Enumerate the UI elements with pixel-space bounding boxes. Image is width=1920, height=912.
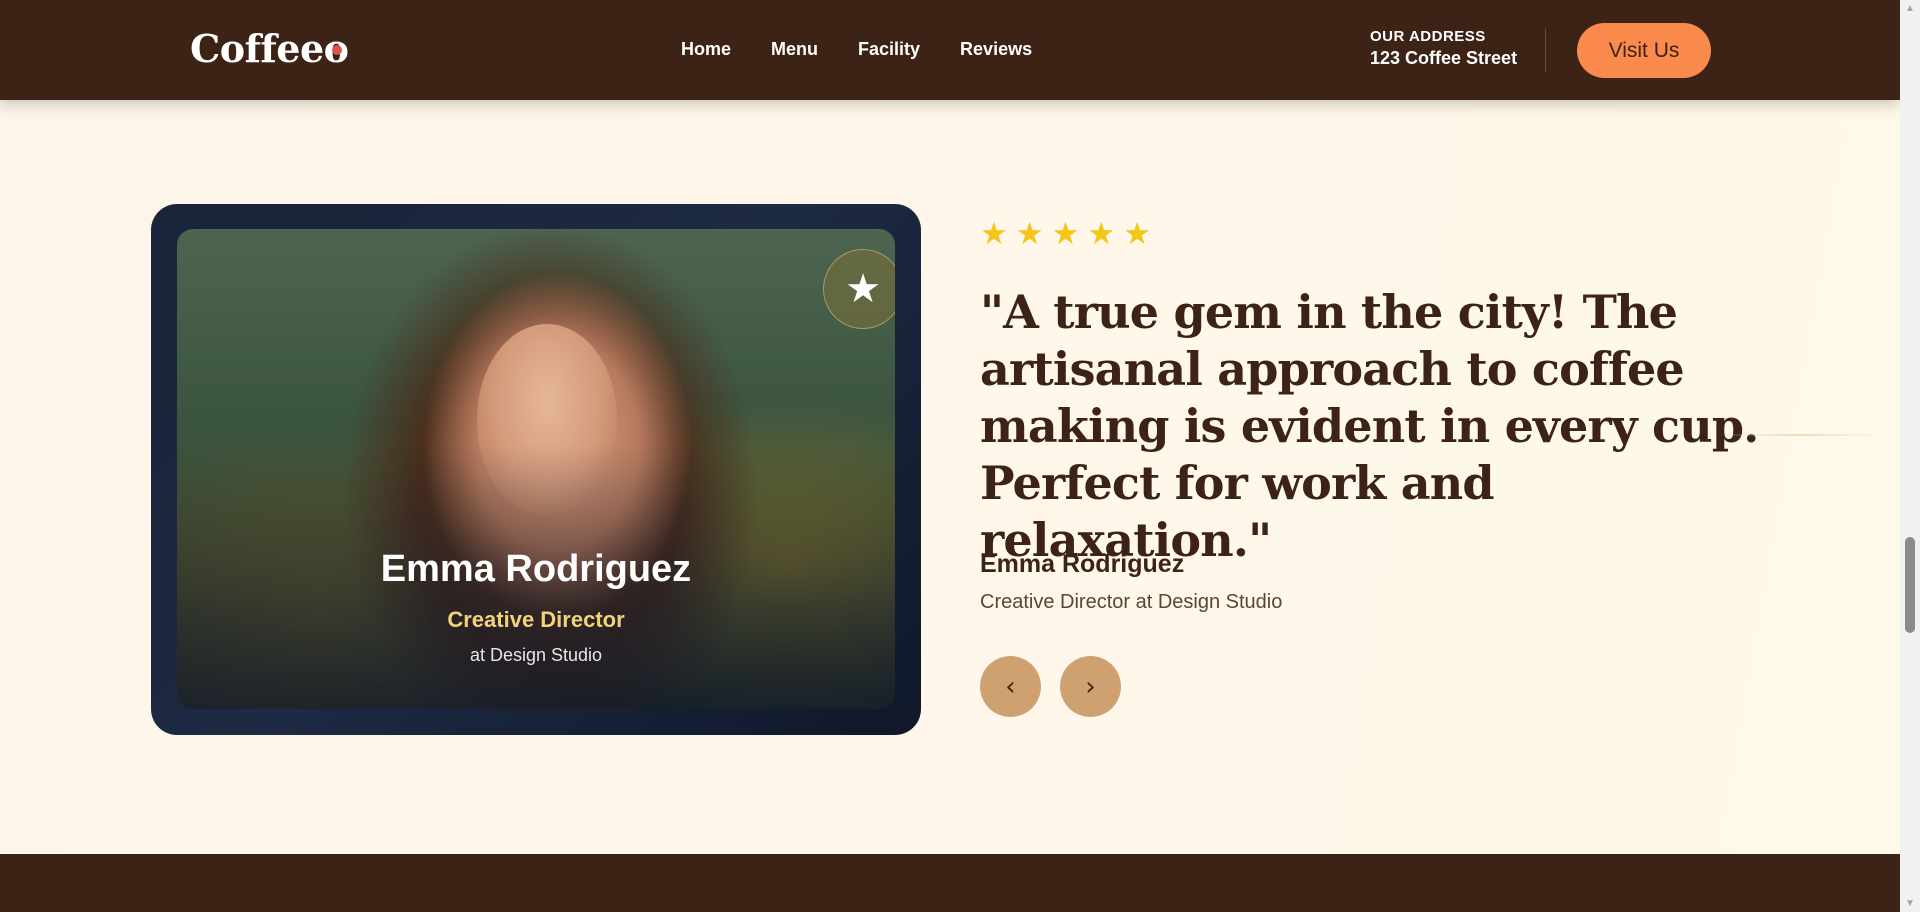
star-icon: ★	[980, 216, 1008, 251]
next-testimonial-button[interactable]: ›	[1060, 656, 1121, 717]
nav-link-facility[interactable]: Facility	[858, 39, 920, 60]
scrollbar[interactable]: ▲ ▼	[1900, 0, 1920, 912]
previous-testimonial-button[interactable]: ‹	[980, 656, 1041, 717]
star-icon: ★	[1015, 216, 1044, 251]
scroll-up-arrow-icon[interactable]: ▲	[1900, 0, 1920, 17]
page: Coffeeo Home Menu Facility Reviews OUR A…	[0, 0, 1900, 912]
star-badge-icon: ★	[823, 249, 895, 329]
header-divider	[1545, 28, 1546, 72]
testimonial-card: ★ Emma Rodriguez Creative Director at De…	[151, 204, 921, 735]
logo[interactable]: Coffeeo	[190, 26, 349, 71]
footer-strip	[0, 854, 1900, 912]
site-header: Coffeeo Home Menu Facility Reviews OUR A…	[0, 0, 1900, 100]
star-icon: ★	[1051, 216, 1080, 251]
testimonial-author: Emma Rodriguez	[980, 550, 1185, 578]
logo-dot-icon	[332, 45, 342, 55]
card-customer-name: Emma Rodriguez	[380, 548, 692, 590]
main-nav: Home Menu Facility Reviews	[681, 39, 1032, 60]
decorative-line	[1720, 434, 1880, 436]
rating-stars: ★ ★ ★ ★ ★	[980, 218, 1151, 249]
card-customer-company: at Design Studio	[469, 645, 603, 665]
visit-us-button[interactable]: Visit Us	[1577, 23, 1711, 78]
nav-link-reviews[interactable]: Reviews	[960, 39, 1032, 60]
testimonial-author-role: Creative Director at Design Studio	[980, 591, 1283, 613]
chevron-left-icon: ‹	[1005, 671, 1016, 702]
scroll-down-arrow-icon[interactable]: ▼	[1900, 895, 1920, 912]
nav-link-home[interactable]: Home	[681, 39, 731, 60]
scrollbar-thumb[interactable]	[1905, 537, 1915, 633]
customer-photo: ★	[177, 229, 895, 709]
address-label: OUR ADDRESS	[1370, 28, 1486, 45]
star-icon: ★	[1087, 216, 1116, 251]
card-customer-role: Creative Director	[447, 607, 625, 632]
photo-overlay	[177, 229, 895, 709]
address-value: 123 Coffee Street	[1370, 48, 1518, 68]
chevron-right-icon: ›	[1085, 671, 1096, 702]
nav-link-menu[interactable]: Menu	[771, 39, 818, 60]
testimonial-quote: "A true gem in the city! The artisanal a…	[980, 285, 1759, 567]
star-icon: ★	[1123, 216, 1151, 251]
address-block: OUR ADDRESS 123 Coffee Street	[1370, 28, 1517, 69]
